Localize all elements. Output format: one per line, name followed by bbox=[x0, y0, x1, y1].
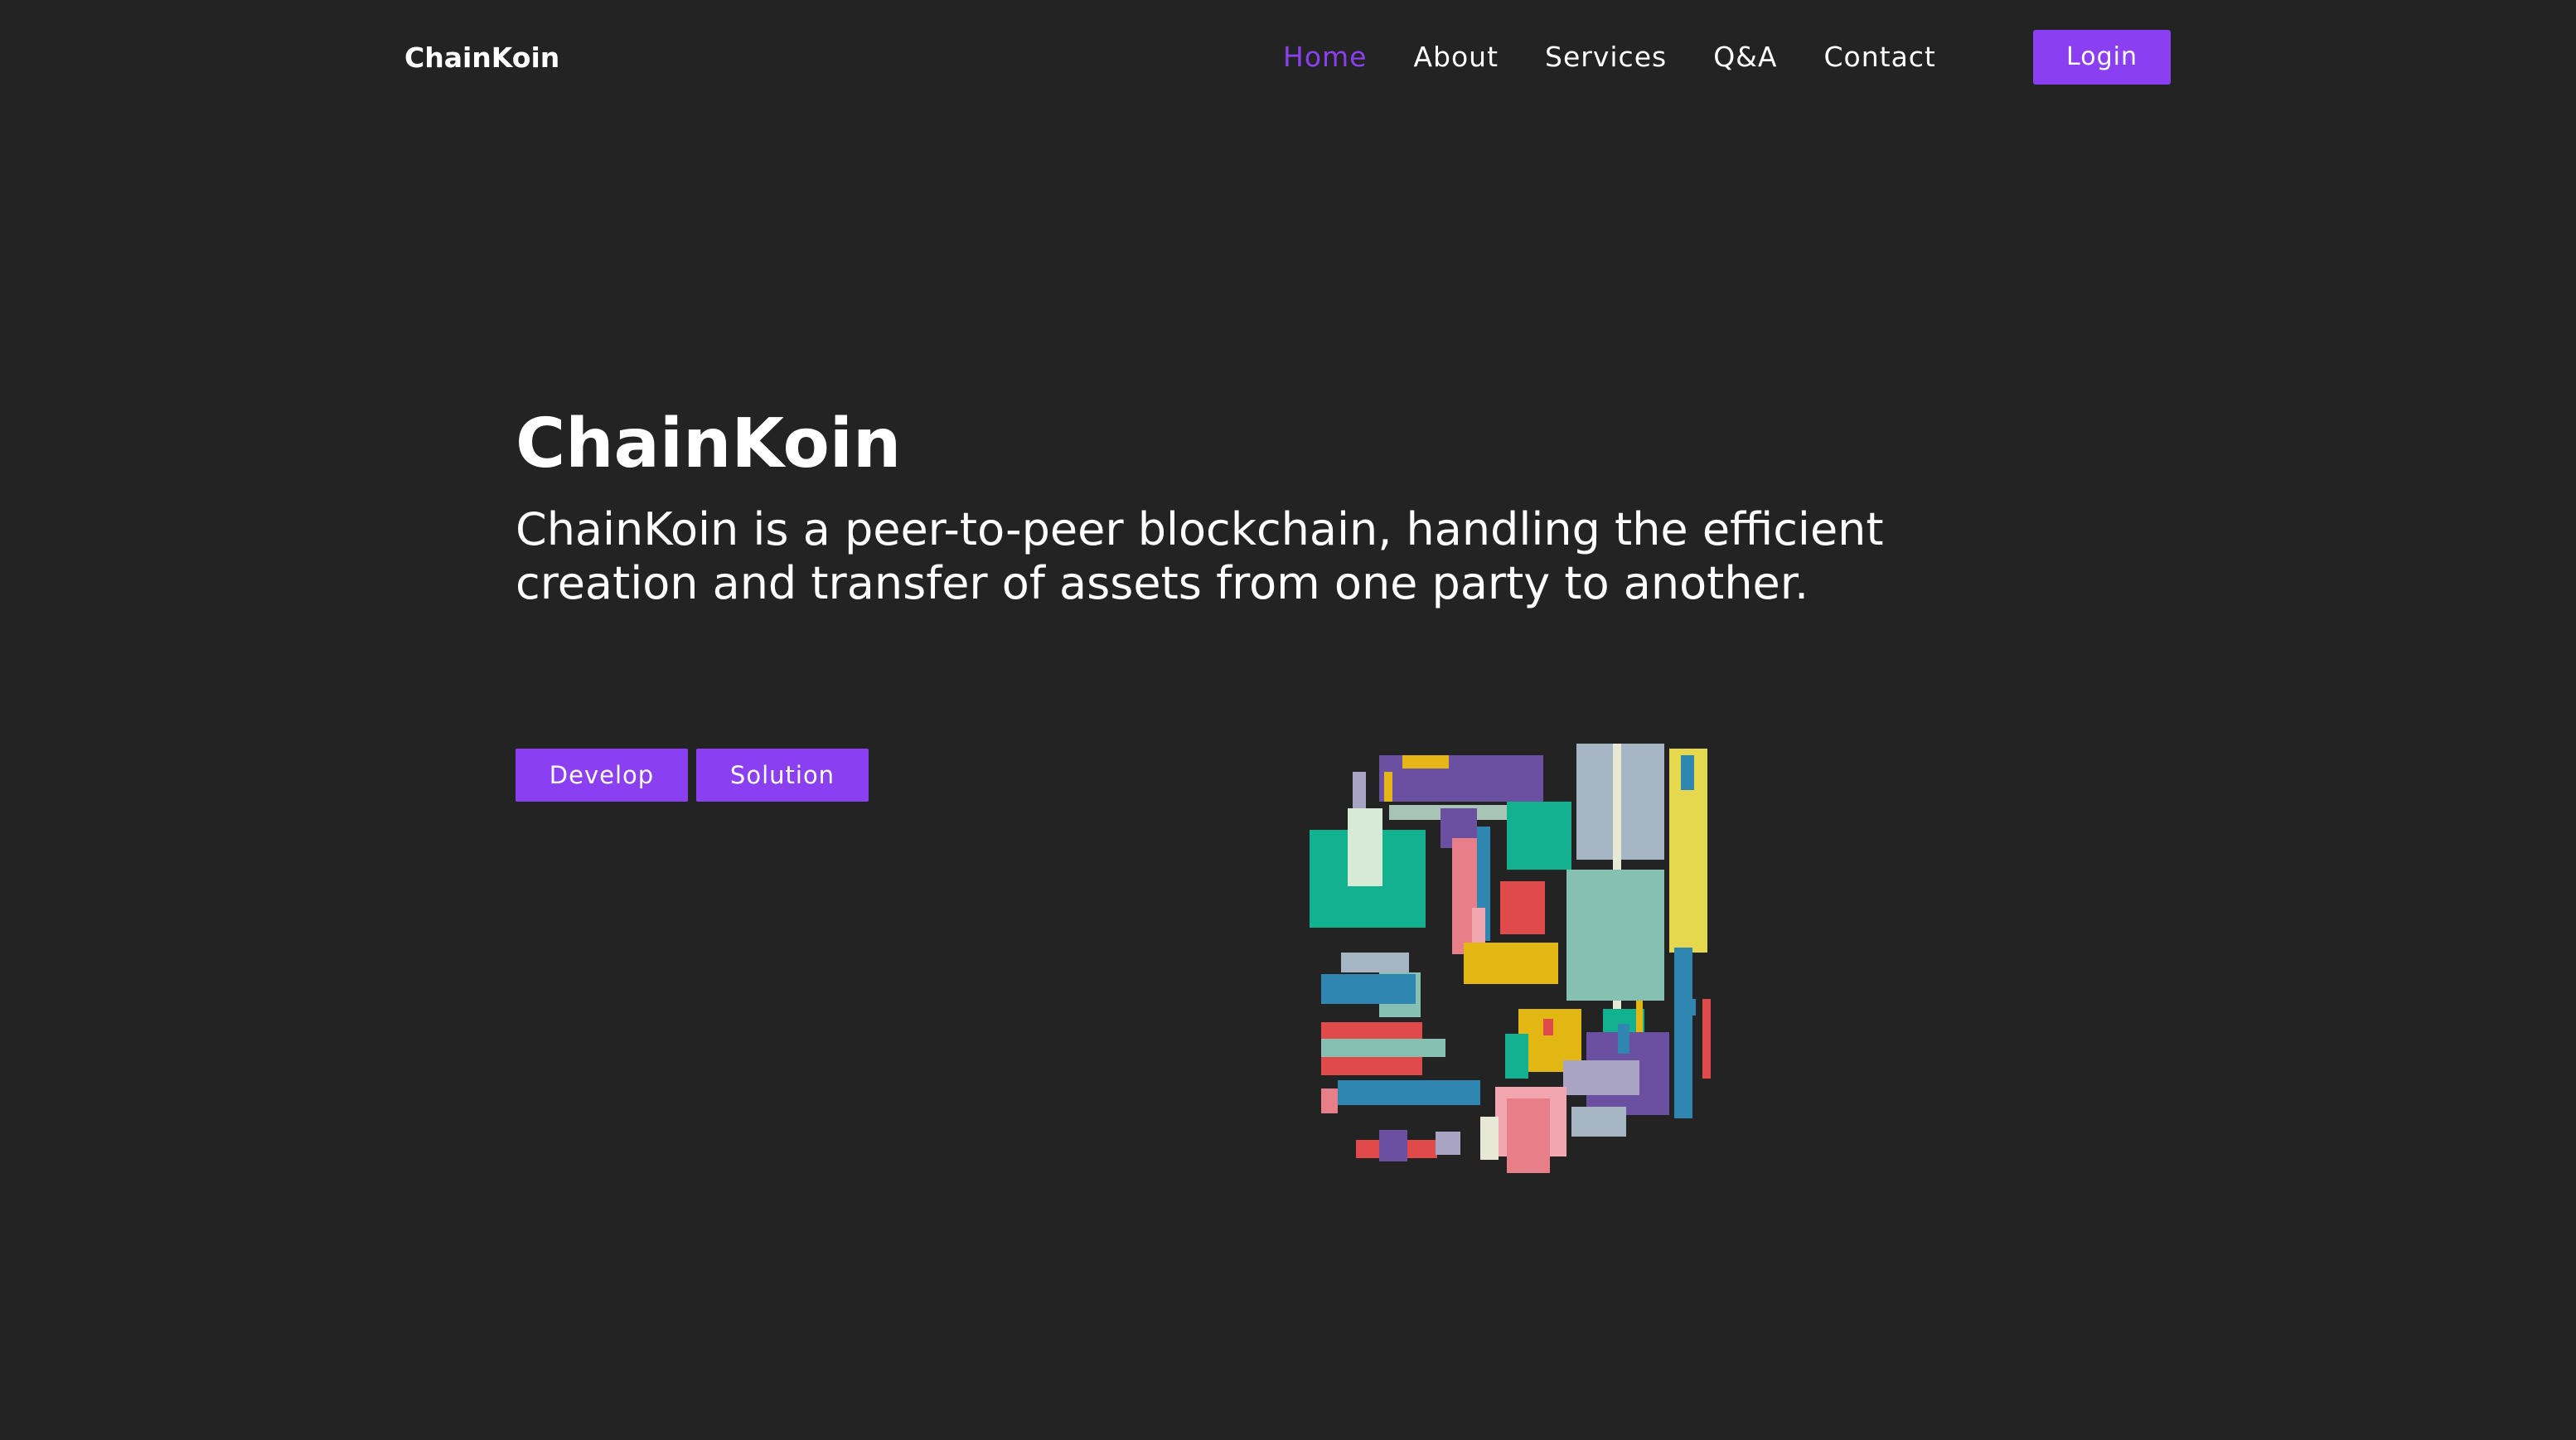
brand-logo[interactable]: ChainKoin bbox=[404, 40, 559, 76]
nav-link-home[interactable]: Home bbox=[1283, 30, 1367, 85]
solution-button[interactable]: Solution bbox=[696, 749, 869, 802]
nav-link-about[interactable]: About bbox=[1413, 30, 1499, 85]
nav-link-contact[interactable]: Contact bbox=[1823, 30, 1935, 85]
nav-links: Home About Services Q&A Contact bbox=[1283, 30, 1983, 85]
abstract-blocks-illustration bbox=[1310, 744, 1711, 1173]
develop-button[interactable]: Develop bbox=[516, 749, 688, 802]
hero-description: ChainKoin is a peer-to-peer blockchain, … bbox=[516, 503, 1884, 609]
nav-link-services[interactable]: Services bbox=[1545, 30, 1667, 85]
navbar: ChainKoin Home About Services Q&A Contac… bbox=[0, 0, 2576, 116]
hero-title: ChainKoin bbox=[516, 405, 902, 483]
hero-buttons: Develop Solution bbox=[516, 749, 877, 802]
login-button[interactable]: Login bbox=[2033, 30, 2171, 85]
nav-link-qa[interactable]: Q&A bbox=[1713, 30, 1777, 85]
